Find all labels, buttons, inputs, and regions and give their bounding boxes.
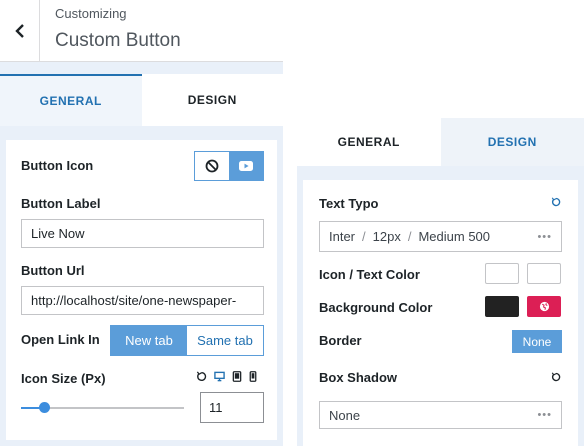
more-icon: ••• [537,230,552,243]
mobile-icon[interactable] [249,371,257,382]
device-switcher [196,371,257,382]
icon-text-hover-color-swatch[interactable] [527,263,561,284]
text-typo-label: Text Typo [319,196,379,211]
typo-size: 12px [372,229,401,244]
more-icon: ••• [537,409,552,421]
icon-size-input[interactable]: 11 [200,392,264,423]
globe-icon [539,301,549,312]
typography-value: Inter/12px / Medium 500 [329,229,491,244]
youtube-icon-option[interactable] [229,152,263,180]
icon-text-color-label: Icon / Text Color [319,267,420,282]
left-tabs: GENERAL DESIGN [0,74,283,126]
tab-design-right[interactable]: DESIGN [440,118,584,166]
border-none-button[interactable]: None [512,330,562,353]
right-tabs: GENERAL DESIGN [297,118,584,166]
button-url-label: Button Url [21,263,85,278]
open-link-segmented: New tab Same tab [110,325,264,356]
button-url-input[interactable]: http://localhost/site/one-newspaper- [21,286,264,315]
box-shadow-label: Box Shadow [319,370,398,385]
typo-font: Inter [329,229,356,244]
left-customizer-panel: Customizing Custom Button GENERAL DESIGN… [0,0,283,446]
open-link-label: Open Link In [21,332,100,347]
tab-design[interactable]: DESIGN [141,74,283,126]
box-shadow-value: None [329,407,361,423]
customizer-header: Customizing Custom Button [0,0,283,62]
youtube-icon [239,161,253,171]
icon-size-slider[interactable] [21,402,184,413]
ban-icon [205,159,219,173]
desktop-icon[interactable] [214,371,225,382]
button-label-input[interactable]: Live Now [21,219,264,248]
tab-general-right[interactable]: GENERAL [297,118,441,166]
button-label-label: Button Label [21,196,101,211]
box-shadow-reset-icon[interactable] [551,372,561,382]
same-tab-option[interactable]: Same tab [187,326,263,355]
design-settings-card: Text Typo Inter/12px / Medium 500 ••• Icon… [303,180,578,446]
section-title: Custom Button [55,30,181,51]
slider-thumb[interactable] [38,402,50,413]
border-label: Border [319,333,362,348]
new-tab-option[interactable]: New tab [111,326,187,355]
background-hover-color-swatch[interactable] [527,296,561,317]
tab-general[interactable]: GENERAL [0,74,142,126]
tablet-icon[interactable] [232,371,242,382]
chevron-left-icon [14,24,24,38]
customizing-subtitle: Customizing [55,6,127,21]
typo-reset-icon[interactable] [551,197,561,207]
background-color-label: Background Color [319,300,433,315]
background-color-swatch[interactable] [485,296,519,317]
right-customizer-panel: GENERAL DESIGN Text Typo Inter/12px / Medi… [297,118,584,446]
typo-weight: Medium 500 [418,229,491,244]
button-icon-toggle [194,151,264,181]
general-settings-card: Button Icon Button Label Live Now Button… [6,140,277,440]
icon-text-color-swatch[interactable] [485,263,519,284]
button-icon-label: Button Icon [21,158,94,173]
icon-size-label: Icon Size (Px) [21,371,106,386]
back-button[interactable] [0,0,40,62]
box-shadow-select[interactable]: None ••• [319,401,562,429]
reset-icon[interactable] [196,371,207,382]
typography-select[interactable]: Inter/12px / Medium 500 ••• [319,221,562,252]
no-icon-option[interactable] [195,152,229,180]
